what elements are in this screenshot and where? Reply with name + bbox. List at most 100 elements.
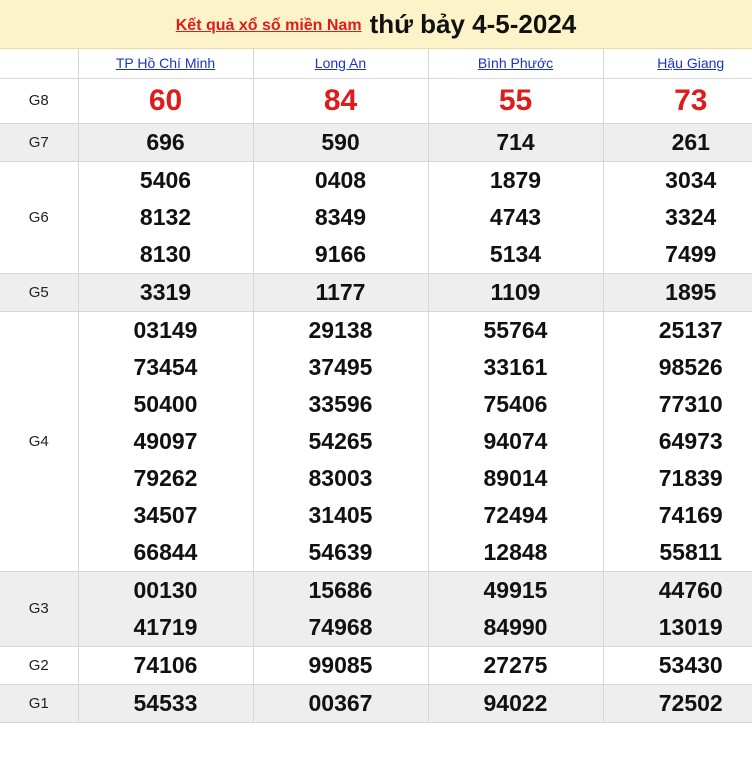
result-number: 34507 xyxy=(133,502,198,528)
result-cell: 696 xyxy=(77,123,254,162)
result-number: 74968 xyxy=(308,614,373,640)
result-cell: 94022 xyxy=(427,684,604,723)
prize-label: G4 xyxy=(0,311,79,572)
result-number: 53430 xyxy=(658,652,723,678)
result-cell: 1109 xyxy=(427,273,604,312)
result-number: 41719 xyxy=(133,614,198,640)
result-cell: 25137 98526 77310 64973 71839 74169 5581… xyxy=(602,311,752,572)
special-number: 84 xyxy=(323,84,358,117)
result-number: 12848 xyxy=(483,539,548,565)
result-number: 25137 xyxy=(658,317,723,343)
special-number: 60 xyxy=(148,84,183,117)
result-number: 261 xyxy=(671,129,710,155)
result-number: 4743 xyxy=(489,204,542,230)
province-header-row: TP Hồ Chí Minh Long An Bình Phước Hậu Gi… xyxy=(0,49,752,79)
result-cell: 00130 41719 xyxy=(77,571,254,647)
result-number: 00367 xyxy=(308,690,373,716)
prize-label: G7 xyxy=(0,123,79,162)
special-number: 55 xyxy=(498,84,533,117)
result-number: 33596 xyxy=(308,391,373,417)
result-number: 31405 xyxy=(308,502,373,528)
result-number: 99085 xyxy=(308,652,373,678)
result-number: 1109 xyxy=(490,279,541,305)
result-cell: 27275 xyxy=(427,646,604,685)
prize-row-g7: G7 696 590 714 261 xyxy=(0,123,752,162)
result-number: 37495 xyxy=(308,354,373,380)
result-number: 8132 xyxy=(139,204,192,230)
province-header: Long An xyxy=(252,49,429,79)
result-number: 5134 xyxy=(489,241,542,267)
result-number: 89014 xyxy=(483,465,548,491)
result-cell: 0408 8349 9166 xyxy=(252,161,429,274)
province-link-tp-ho-chi-minh[interactable]: TP Hồ Chí Minh xyxy=(116,55,215,71)
result-number: 72494 xyxy=(483,502,548,528)
result-cell: 1177 xyxy=(252,273,429,312)
region-results-link[interactable]: Kết quả xổ số miền Nam xyxy=(176,17,362,35)
result-number: 74169 xyxy=(658,502,723,528)
prize-label: G3 xyxy=(0,571,79,647)
result-number: 83003 xyxy=(308,465,373,491)
result-number: 73454 xyxy=(133,354,198,380)
result-number: 55811 xyxy=(659,539,723,565)
result-number: 9166 xyxy=(314,241,367,267)
prize-row-g4: G4 03149 73454 50400 49097 79262 34507 6… xyxy=(0,311,752,572)
result-cell: 15686 74968 xyxy=(252,571,429,647)
result-cell: 5406 8132 8130 xyxy=(77,161,254,274)
prize-row-g1: G1 54533 00367 94022 72502 xyxy=(0,684,752,723)
result-number: 1879 xyxy=(489,167,542,193)
result-cell: 55764 33161 75406 94074 89014 72494 1284… xyxy=(427,311,604,572)
result-cell: 73 xyxy=(602,78,752,124)
prize-label: G5 xyxy=(0,273,79,312)
result-cell: 99085 xyxy=(252,646,429,685)
result-cell: 261 xyxy=(602,123,752,162)
result-number: 3034 xyxy=(665,167,717,193)
result-number: 55764 xyxy=(483,317,548,343)
result-number: 3324 xyxy=(665,204,717,230)
result-number: 44760 xyxy=(658,577,723,603)
result-cell: 55 xyxy=(427,78,604,124)
result-number: 49915 xyxy=(483,577,548,603)
result-cell: 44760 13019 xyxy=(602,571,752,647)
prize-label: G2 xyxy=(0,646,79,685)
result-number: 7499 xyxy=(665,241,717,267)
result-number: 54265 xyxy=(308,428,373,454)
result-number: 03149 xyxy=(133,317,198,343)
result-cell: 74106 xyxy=(77,646,254,685)
province-link-long-an[interactable]: Long An xyxy=(315,55,366,71)
result-number: 1177 xyxy=(315,279,366,305)
result-cell: 72502 xyxy=(602,684,752,723)
province-header: Bình Phước xyxy=(427,49,604,79)
result-cell: 3034 3324 7499 xyxy=(602,161,752,274)
result-number: 72502 xyxy=(658,690,723,716)
result-number: 8130 xyxy=(139,241,192,267)
result-number: 33161 xyxy=(483,354,548,380)
province-header: Hậu Giang xyxy=(602,49,752,79)
result-number: 75406 xyxy=(483,391,548,417)
prize-row-g5: G5 3319 1177 1109 1895 xyxy=(0,273,752,312)
result-number: 29138 xyxy=(308,317,373,343)
result-number: 84990 xyxy=(483,614,548,640)
lottery-results-table: TP Hồ Chí Minh Long An Bình Phước Hậu Gi… xyxy=(0,49,752,723)
result-number: 94074 xyxy=(483,428,548,454)
province-link-hau-giang[interactable]: Hậu Giang xyxy=(657,55,724,71)
result-cell: 54533 xyxy=(77,684,254,723)
result-number: 54639 xyxy=(308,539,373,565)
result-cell: 03149 73454 50400 49097 79262 34507 6684… xyxy=(77,311,254,572)
result-number: 64973 xyxy=(658,428,723,454)
result-number: 66844 xyxy=(133,539,198,565)
result-number: 50400 xyxy=(133,391,198,417)
corner-cell xyxy=(0,49,79,79)
special-number: 73 xyxy=(674,84,708,117)
result-number: 13019 xyxy=(658,614,723,640)
result-cell: 84 xyxy=(252,78,429,124)
result-number: 49097 xyxy=(133,428,198,454)
prize-row-g6: G6 5406 8132 8130 0408 8349 9166 1879 47… xyxy=(0,161,752,274)
province-link-binh-phuoc[interactable]: Bình Phước xyxy=(478,55,553,71)
prize-row-g3: G3 00130 41719 15686 74968 49915 84990 4… xyxy=(0,571,752,647)
result-cell: 29138 37495 33596 54265 83003 31405 5463… xyxy=(252,311,429,572)
result-number: 79262 xyxy=(133,465,198,491)
result-number: 1895 xyxy=(665,279,717,305)
prize-label: G8 xyxy=(0,78,79,124)
prize-row-g2: G2 74106 99085 27275 53430 xyxy=(0,646,752,685)
province-header: TP Hồ Chí Minh xyxy=(77,49,254,79)
